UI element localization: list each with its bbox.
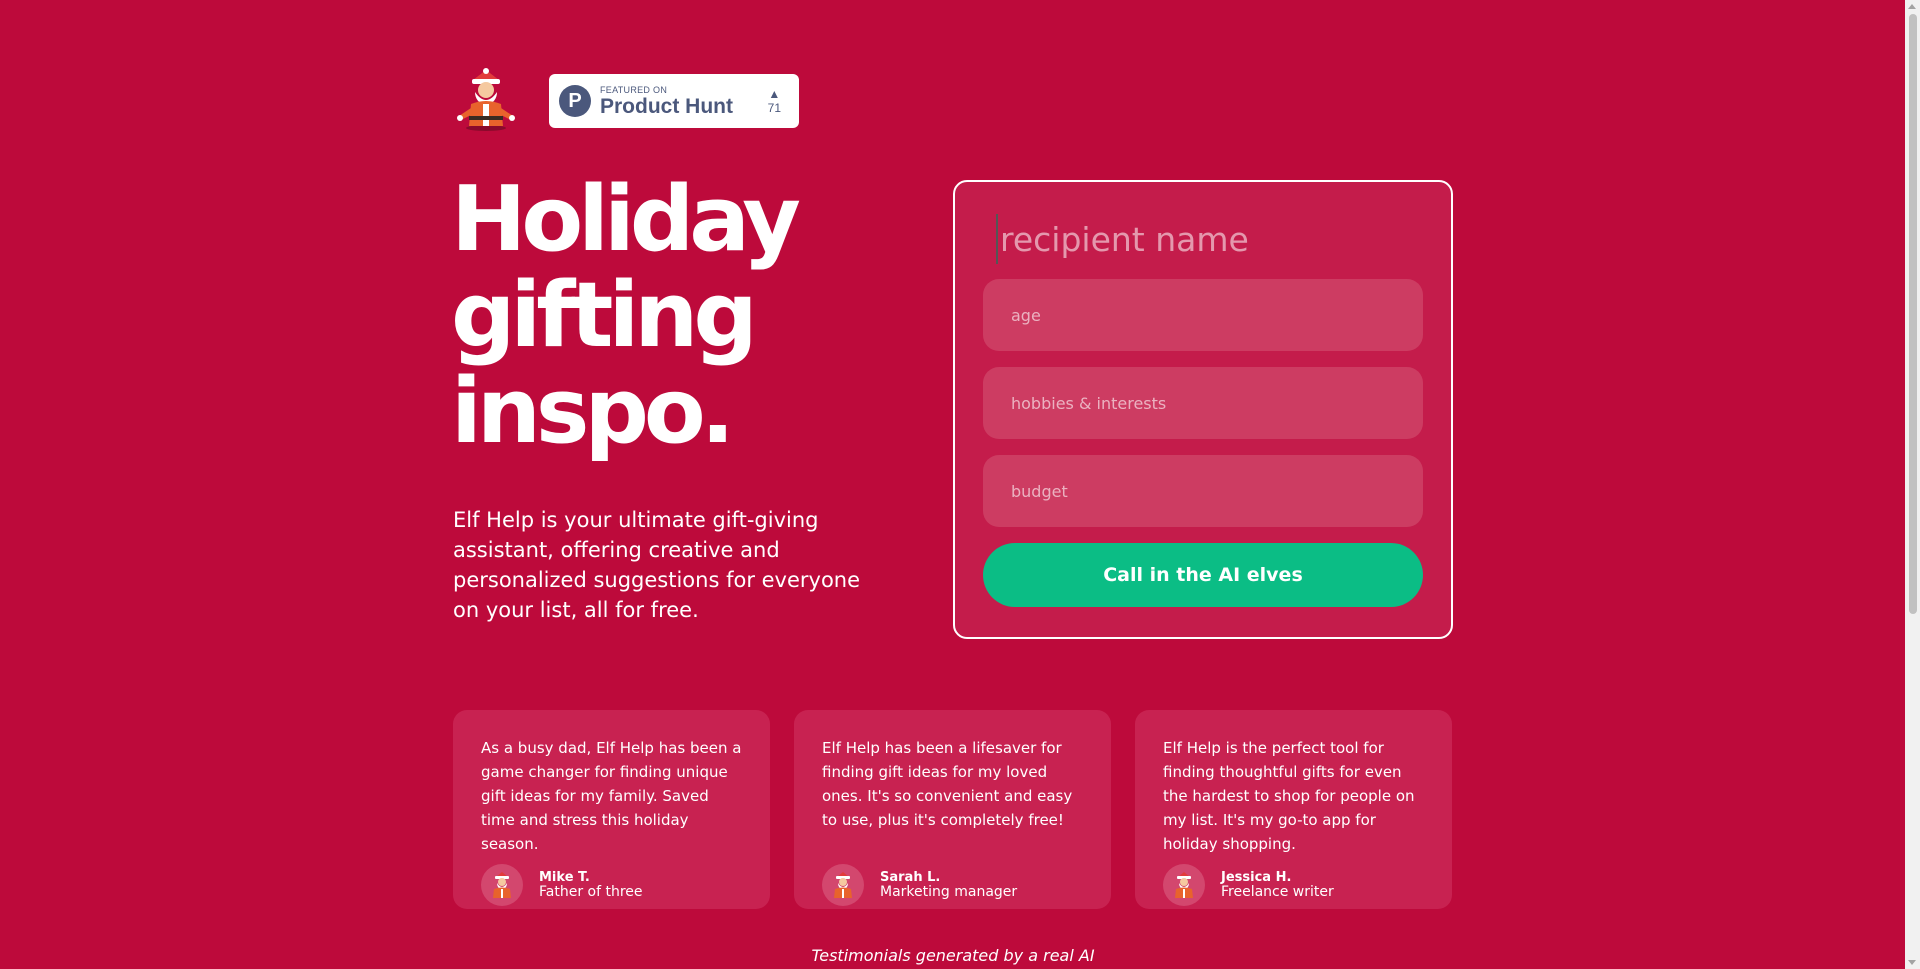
testimonial-meta: Sarah L. Marketing manager (880, 869, 1018, 900)
hobbies-field[interactable] (983, 367, 1423, 439)
elf-santa-logo-icon[interactable] (453, 68, 519, 134)
scroll-thumb[interactable] (1909, 14, 1917, 614)
testimonial-quote: Elf Help is the perfect tool for finding… (1163, 739, 1415, 853)
testimonial-role: Marketing manager (880, 883, 1018, 900)
testimonial-author: Jessica H. Freelance writer (1163, 864, 1334, 906)
testimonial-card: Elf Help has been a lifesaver for findin… (794, 710, 1111, 909)
hero-description: Elf Help is your ultimate gift-giving as… (453, 508, 861, 622)
recipient-name-input[interactable] (996, 214, 1420, 264)
testimonial-card: Elf Help is the perfect tool for finding… (1135, 710, 1452, 909)
hero-title: Holiday gifting inspo. (451, 167, 801, 464)
elf-avatar-icon (1163, 864, 1205, 906)
gift-form: Call in the AI elves (953, 180, 1453, 639)
testimonial-name: Sarah L. (880, 869, 941, 885)
product-hunt-logo-icon: P (559, 85, 591, 117)
elf-avatar-icon (481, 864, 523, 906)
product-hunt-featured-label: FEATURED ON (600, 84, 668, 95)
page: P FEATURED ON Product Hunt ▲ 71 Holiday … (0, 0, 1920, 969)
testimonial-author: Sarah L. Marketing manager (822, 864, 1017, 906)
testimonial-role: Father of three (539, 883, 643, 900)
testimonial-meta: Jessica H. Freelance writer (1221, 869, 1334, 900)
testimonial-quote: As a busy dad, Elf Help has been a game … (481, 739, 742, 853)
testimonial-name: Mike T. (539, 869, 590, 885)
testimonial-role: Freelance writer (1221, 883, 1334, 900)
upvote-count: 71 (767, 101, 781, 115)
scroll-up-arrow-icon[interactable] (1908, 4, 1916, 9)
upvote-arrow-icon: ▲ (768, 87, 781, 101)
testimonials-footnote: Testimonials generated by a real AI (811, 946, 1095, 965)
elf-avatar-icon (822, 864, 864, 906)
product-hunt-text: FEATURED ON Product Hunt (600, 85, 733, 118)
testimonial-card: As a busy dad, Elf Help has been a game … (453, 710, 770, 909)
product-hunt-badge[interactable]: P FEATURED ON Product Hunt ▲ 71 (549, 74, 799, 128)
call-elves-button[interactable]: Call in the AI elves (983, 543, 1423, 607)
budget-field[interactable] (983, 455, 1423, 527)
testimonial-meta: Mike T. Father of three (539, 869, 643, 900)
age-field[interactable] (983, 279, 1423, 351)
product-hunt-votes: ▲ 71 (768, 87, 781, 115)
page-scrollbar[interactable] (1905, 0, 1920, 969)
product-hunt-name: Product Hunt (600, 94, 733, 118)
header: P FEATURED ON Product Hunt ▲ 71 (453, 68, 799, 134)
testimonials: As a busy dad, Elf Help has been a game … (453, 710, 1453, 909)
testimonial-author: Mike T. Father of three (481, 864, 643, 906)
testimonial-name: Jessica H. (1221, 869, 1292, 885)
scroll-down-arrow-icon[interactable] (1908, 960, 1916, 965)
testimonial-quote: Elf Help has been a lifesaver for findin… (822, 739, 1073, 829)
